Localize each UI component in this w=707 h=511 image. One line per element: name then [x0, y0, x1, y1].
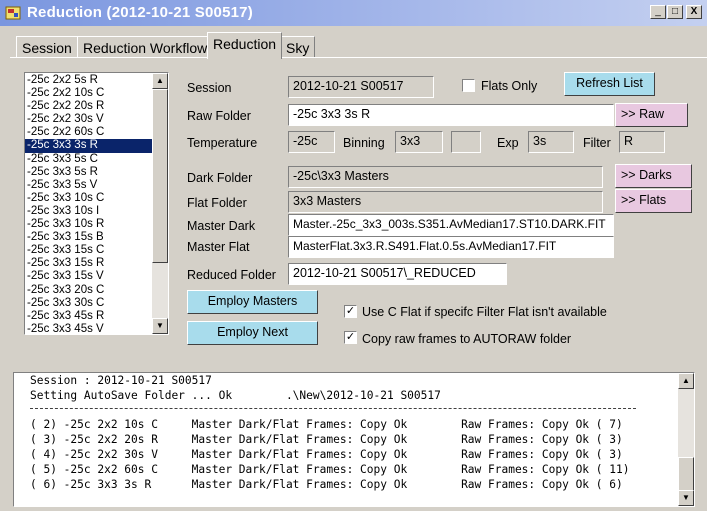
window-title: Reduction (2012-10-21 S00517) [27, 4, 253, 21]
app-icon [5, 6, 21, 20]
raw-folder-input[interactable]: -25c 3x3 3s R [288, 104, 614, 126]
binning-field: 3x3 [395, 131, 443, 153]
exp-field: 3s [528, 131, 574, 153]
log-scroll-up-arrow-icon[interactable]: ▲ [678, 373, 694, 389]
title-bar[interactable]: Reduction (2012-10-21 S00517) _ □ X [0, 0, 707, 26]
raw-button[interactable]: >> Raw [615, 103, 688, 127]
master-flat-input[interactable]: MasterFlat.3x3.R.S491.Flat.0.5s.AvMedian… [288, 236, 614, 258]
dark-folder-label: Dark Folder [187, 171, 253, 185]
list-item[interactable]: -25c 2x2 60s C [25, 126, 152, 139]
flats-button[interactable]: >> Flats [615, 189, 692, 213]
log-line: ( 5) -25c 2x2 60s C Master Dark/Flat Fra… [30, 463, 630, 476]
log-scroll-down-arrow-icon[interactable]: ▼ [678, 490, 694, 506]
darks-button[interactable]: >> Darks [615, 164, 692, 188]
copy-raw-checkbox[interactable]: ✓ [344, 331, 357, 344]
temperature-label: Temperature [187, 136, 258, 150]
minimize-button[interactable]: _ [650, 5, 666, 19]
list-item[interactable]: -25c 3x3 20s C [25, 284, 152, 297]
list-item[interactable]: -25c 3x3 5s R [25, 166, 152, 179]
list-item[interactable]: -25c 3x3 10s I [25, 205, 152, 218]
use-c-flat-checkbox[interactable]: ✓ [344, 305, 357, 318]
tab-strip: Session Reduction Workflow Reduction Sky [0, 32, 707, 59]
list-item[interactable]: -25c 2x2 30s V [25, 113, 152, 126]
list-item[interactable]: -25c 3x3 10s R [25, 218, 152, 231]
master-dark-label: Master Dark [187, 219, 256, 233]
list-item[interactable]: -25c 2x2 20s R [25, 100, 152, 113]
temperature-field: -25c [288, 131, 335, 153]
copy-raw-label: Copy raw frames to AUTORAW folder [362, 332, 572, 346]
flats-only-label: Flats Only [481, 79, 538, 93]
use-c-flat-label: Use C Flat if specifc Filter Flat isn't … [362, 305, 607, 319]
tab-sky[interactable]: Sky [280, 36, 316, 58]
reduced-folder-input[interactable]: 2012-10-21 S00517\_REDUCED [288, 263, 507, 285]
tab-panel-edge [10, 57, 707, 58]
list-item[interactable]: -25c 3x3 10s C [25, 192, 152, 205]
employ-masters-button[interactable]: Employ Masters [187, 290, 318, 314]
log-line: Setting AutoSave Folder ... Ok .\New\201… [30, 389, 441, 402]
log-line: ( 6) -25c 3x3 3s R Master Dark/Flat Fram… [30, 478, 623, 491]
frame-list-scrollbar[interactable]: ▲ ▼ [152, 73, 168, 334]
log-output[interactable]: Session : 2012-10-21 S00517 Setting Auto… [13, 372, 695, 507]
scroll-thumb[interactable] [152, 89, 168, 263]
tab-reduction[interactable]: Reduction [207, 32, 283, 59]
binning-label: Binning [343, 136, 385, 150]
list-item[interactable]: -25c 3x3 45s V [25, 323, 152, 334]
log-line: ( 2) -25c 2x2 10s C Master Dark/Flat Fra… [30, 418, 623, 431]
flat-folder-label: Flat Folder [187, 196, 247, 210]
list-item[interactable]: -25c 2x2 5s R [25, 74, 152, 87]
tab-session[interactable]: Session [16, 36, 78, 58]
log-scroll-thumb[interactable] [678, 457, 694, 491]
binning-extra-field [451, 131, 481, 153]
maximize-button[interactable]: □ [667, 5, 683, 19]
list-item[interactable]: -25c 2x2 10s C [25, 87, 152, 100]
scroll-down-arrow-icon[interactable]: ▼ [152, 318, 168, 334]
scroll-up-arrow-icon[interactable]: ▲ [152, 73, 168, 89]
flats-only-checkbox[interactable] [462, 79, 475, 92]
list-item[interactable]: -25c 3x3 15s V [25, 270, 152, 283]
list-item[interactable]: -25c 3x3 5s C [25, 153, 152, 166]
log-line: ( 3) -25c 2x2 20s R Master Dark/Flat Fra… [30, 433, 623, 446]
list-item[interactable]: -25c 3x3 30s C [25, 297, 152, 310]
refresh-list-button[interactable]: Refresh List [564, 72, 655, 96]
master-flat-label: Master Flat [187, 240, 250, 254]
list-item[interactable]: -25c 3x3 15s B [25, 231, 152, 244]
list-item[interactable]: -25c 3x3 45s R [25, 310, 152, 323]
filter-label: Filter [583, 136, 611, 150]
exp-label: Exp [497, 136, 519, 150]
list-item[interactable]: -25c 3x3 15s R [25, 257, 152, 270]
employ-next-button[interactable]: Employ Next [187, 321, 318, 345]
session-label: Session [187, 81, 232, 95]
log-line: Session : 2012-10-21 S00517 [30, 374, 212, 387]
tab-reduction-workflow[interactable]: Reduction Workflow [77, 36, 214, 58]
list-item[interactable]: -25c 3x3 15s C [25, 244, 152, 257]
master-dark-input[interactable]: Master.-25c_3x3_003s.S351.AvMedian17.ST1… [288, 214, 614, 236]
reduced-folder-label: Reduced Folder [187, 268, 276, 282]
list-item[interactable]: -25c 3x3 5s V [25, 179, 152, 192]
dark-folder-field: -25c\3x3 Masters [288, 166, 603, 188]
raw-folder-label: Raw Folder [187, 109, 251, 123]
frame-list[interactable]: -25c 2x2 5s R -25c 2x2 10s C -25c 2x2 20s … [24, 72, 169, 335]
log-line: ( 4) -25c 2x2 30s V Master Dark/Flat Fra… [30, 448, 623, 461]
log-divider [30, 408, 636, 409]
close-button[interactable]: X [686, 5, 702, 19]
log-scrollbar[interactable]: ▲ ▼ [678, 373, 694, 506]
list-item[interactable]: -25c 3x3 3s R [25, 139, 152, 153]
filter-field: R [619, 131, 665, 153]
flat-folder-field: 3x3 Masters [288, 191, 603, 213]
session-field: 2012-10-21 S00517 [288, 76, 434, 98]
